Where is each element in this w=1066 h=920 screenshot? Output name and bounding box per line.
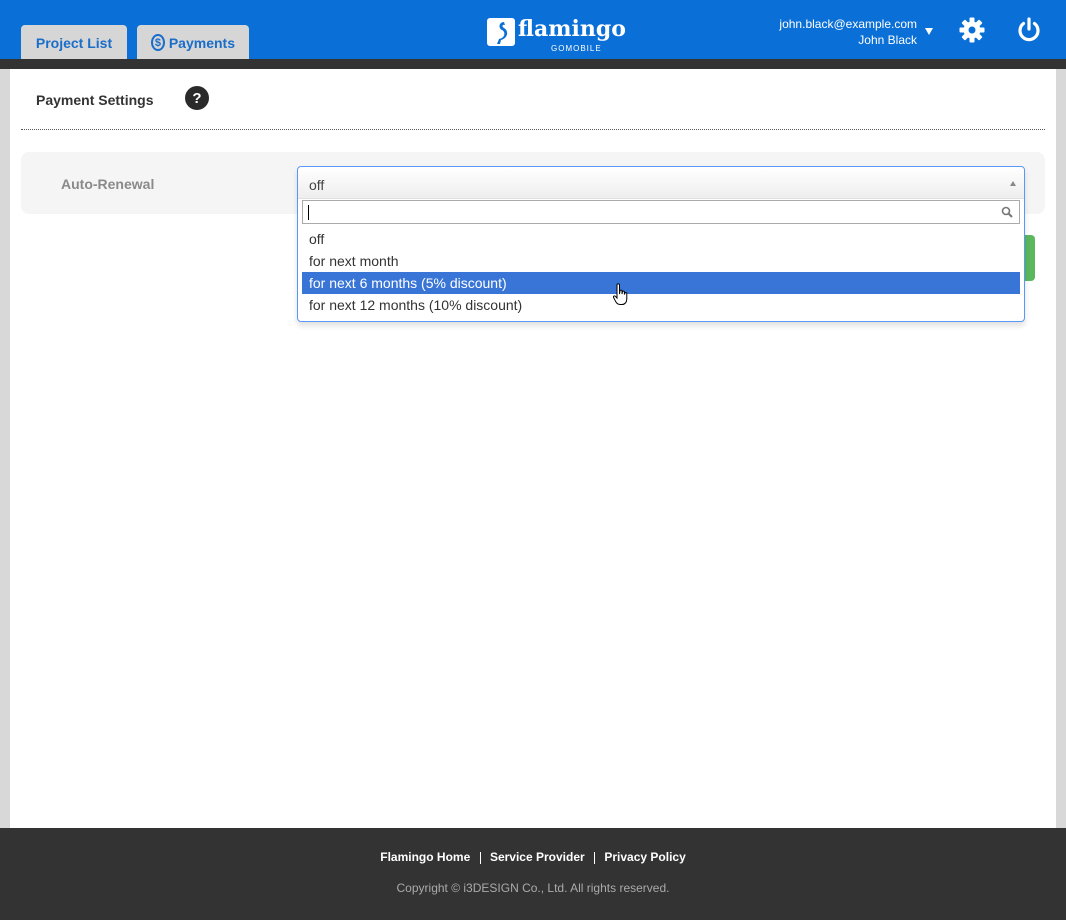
- page-title: Payment Settings: [36, 92, 154, 108]
- help-icon-label: ?: [192, 89, 202, 107]
- search-icon: [1001, 206, 1013, 218]
- auto-renewal-label: Auto-Renewal: [61, 176, 155, 192]
- header-bar: [0, 59, 1066, 69]
- copyright-text: Copyright © i3DESIGN Co., Ltd. All right…: [396, 881, 670, 895]
- tab-payments[interactable]: $ Payments: [137, 25, 249, 60]
- user-email[interactable]: john.black@example.com: [779, 17, 917, 31]
- footer-link-privacy-policy[interactable]: Privacy Policy: [598, 850, 691, 864]
- select-search-input[interactable]: [302, 200, 1020, 224]
- footer-link-flamingo-home[interactable]: Flamingo Home: [374, 850, 476, 864]
- footer-links: Flamingo Home Service Provider Privacy P…: [0, 850, 1066, 864]
- flamingo-logo[interactable]: flamingo GOMOBILE: [487, 15, 626, 55]
- footer: Flamingo Home Service Provider Privacy P…: [0, 828, 1066, 920]
- logo-wordmark: flamingo: [518, 16, 626, 42]
- auto-renewal-select[interactable]: off off for next month for next 6 months…: [297, 166, 1025, 322]
- select-value: off: [309, 177, 325, 193]
- select-option[interactable]: for next month: [302, 250, 1020, 272]
- footer-link-service-provider[interactable]: Service Provider: [484, 850, 591, 864]
- hand-pointer-icon: [613, 283, 628, 305]
- footer-separator: [479, 851, 481, 864]
- dollar-circle-icon: $: [151, 34, 165, 51]
- arrow-up-icon: [1010, 181, 1016, 186]
- user-name[interactable]: John Black: [858, 33, 917, 47]
- top-header: Project List $ Payments flamingo GOMOBIL…: [0, 0, 1066, 60]
- footer-separator: [594, 851, 596, 864]
- flamingo-logo-mark: [487, 18, 515, 46]
- text-cursor: [308, 205, 309, 220]
- tab-project-list-label: Project List: [35, 34, 113, 51]
- power-icon[interactable]: [1015, 16, 1043, 44]
- select-current-value[interactable]: off: [298, 167, 1024, 199]
- help-icon[interactable]: ?: [185, 86, 209, 110]
- divider: [21, 129, 1045, 130]
- user-menu-caret-icon[interactable]: [925, 28, 933, 35]
- main-content: Payment Settings ? Auto-Renewal off off …: [10, 69, 1056, 828]
- tab-payments-label: Payments: [168, 34, 235, 51]
- gear-icon[interactable]: [958, 16, 986, 44]
- select-option[interactable]: off: [302, 228, 1020, 250]
- select-options-list: off for next month for next 6 months (5%…: [302, 228, 1020, 316]
- tab-project-list[interactable]: Project List: [21, 25, 127, 60]
- select-option-highlighted[interactable]: for next 6 months (5% discount): [302, 272, 1020, 294]
- logo-subtitle: GOMOBILE: [551, 44, 602, 53]
- select-option[interactable]: for next 12 months (10% discount): [302, 294, 1020, 316]
